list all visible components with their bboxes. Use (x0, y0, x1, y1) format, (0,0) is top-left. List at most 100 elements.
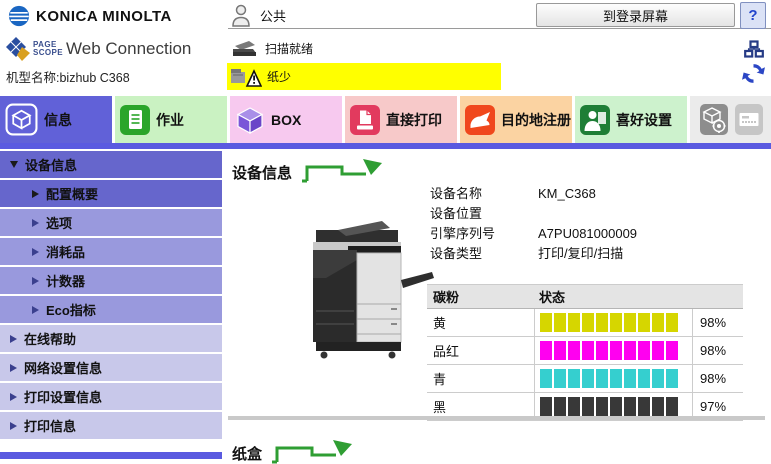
tab-preferences-label: 喜好设置 (616, 110, 672, 130)
tab-destination-registration[interactable]: 目的地注册 (460, 96, 572, 143)
globe-icon (8, 5, 30, 27)
sidebar-item-options[interactable]: 选项 (0, 209, 222, 236)
sidebar-item-eco-indicator[interactable]: Eco指标 (0, 296, 222, 323)
sidebar-item-online-help[interactable]: 在线帮助 (0, 325, 222, 352)
toner-percent: 98% (692, 365, 743, 392)
toner-percent: 98% (692, 309, 743, 336)
device-field-row: 设备名称 KM_C368 (430, 184, 637, 204)
status-column-header: 状态 (534, 287, 565, 306)
job-document-icon (120, 105, 150, 135)
tab-box-label: BOX (271, 112, 301, 128)
pagescope-word-bottom: SCOPE (33, 49, 63, 57)
tab-job-label: 作业 (156, 110, 184, 130)
field-label: 设备类型 (430, 244, 538, 264)
logged-in-user: 公共 (231, 4, 286, 27)
header-divider (228, 28, 771, 29)
arrow-right-icon (32, 190, 39, 198)
toner-table-header: 碳粉 状态 (427, 285, 743, 309)
toner-level-bar (540, 369, 678, 388)
arrow-right-icon (10, 393, 17, 401)
direct-print-icon (350, 105, 380, 135)
network-icon[interactable] (744, 40, 764, 58)
active-tab-underline (0, 143, 771, 149)
toner-level-bar (540, 341, 678, 360)
pagescope-web-connection-window: KONICA MINOLTA PAGE SCOPE Web Connection… (0, 0, 771, 464)
toner-row-magenta: 品红 98% (427, 337, 743, 365)
sidebar-item-print-settings-info[interactable]: 打印设置信息 (0, 383, 222, 410)
arrow-right-icon (32, 219, 39, 227)
question-mark-icon: ? (748, 7, 757, 24)
tab-destination-registration-label: 目的地注册 (501, 110, 571, 130)
user-label: 公共 (260, 6, 286, 25)
help-button[interactable]: ? (740, 2, 766, 29)
sidebar-item-consumables[interactable]: 消耗品 (0, 238, 222, 265)
section-title: 设备信息 (232, 162, 292, 183)
sidebar-item-label: 设备信息 (25, 155, 77, 174)
remote-panel-button[interactable] (735, 104, 763, 135)
section-title: 纸盒 (232, 443, 262, 464)
sidebar-item-device-info[interactable]: 设备信息 (0, 151, 222, 178)
field-label: 引擎序列号 (430, 224, 538, 244)
maintenance-button[interactable] (700, 104, 728, 135)
ready-status-label: 扫描就绪 (265, 40, 313, 57)
brand-name: KONICA MINOLTA (36, 8, 172, 25)
device-status-ready: 扫描就绪 (231, 39, 313, 58)
warning-status-label: 纸少 (267, 68, 291, 85)
section-arrow-decoration-icon (300, 157, 388, 183)
model-name-label: 机型名称:bizhub C368 (6, 67, 130, 86)
tab-information[interactable]: 信息 (0, 96, 112, 143)
arrow-right-icon (32, 277, 39, 285)
preferences-person-icon (580, 105, 610, 135)
toner-row-yellow: 黄 98% (427, 309, 743, 337)
field-label: 设备位置 (430, 204, 538, 224)
paper-low-warning-icon (230, 65, 262, 89)
destination-hand-icon (465, 105, 495, 135)
paper-tray-section-header: 纸盒 (232, 438, 358, 464)
arrow-down-icon (10, 161, 18, 168)
sidebar-item-print-info[interactable]: 打印信息 (0, 412, 222, 439)
sidebar-item-config-summary[interactable]: 配置概要 (0, 180, 222, 207)
printer-image (286, 216, 436, 371)
section-arrow-decoration-icon (270, 438, 358, 464)
field-value: KM_C368 (538, 184, 596, 204)
main-tab-bar: 信息 作业 BOX (0, 96, 771, 143)
sidebar-item-label: 网络设置信息 (24, 358, 102, 377)
device-field-row: 设备位置 (430, 204, 637, 224)
tab-preferences[interactable]: 喜好设置 (575, 96, 687, 143)
konica-minolta-logo: KONICA MINOLTA (8, 5, 172, 27)
field-value: A7PU081000009 (538, 224, 637, 244)
device-info-section-header: 设备信息 (232, 157, 388, 183)
login-button-label: 到登录屏幕 (603, 6, 668, 25)
pagescope-icon (5, 36, 31, 62)
pagescope-logo: PAGE SCOPE Web Connection (5, 36, 191, 62)
box-cube-icon (235, 105, 265, 135)
refresh-icon[interactable] (741, 61, 766, 86)
toner-column-header: 碳粉 (427, 287, 534, 306)
toner-row-cyan: 青 98% (427, 365, 743, 393)
sidebar-menu: 设备信息 配置概要 选项 消耗品 计数器 Eco指标 在线帮助 网络设置信息 (0, 151, 222, 441)
toner-name: 黄 (427, 309, 534, 336)
tab-direct-print[interactable]: 直接打印 (345, 96, 457, 143)
arrow-right-icon (32, 248, 39, 256)
sidebar-item-network-settings-info[interactable]: 网络设置信息 (0, 354, 222, 381)
pagescope-wordmark: PAGE SCOPE (33, 41, 63, 57)
tab-job[interactable]: 作业 (115, 96, 227, 143)
sidebar-item-label: 计数器 (46, 271, 85, 290)
product-name: Web Connection (66, 39, 191, 59)
arrow-right-icon (10, 364, 17, 372)
to-login-screen-button[interactable]: 到登录屏幕 (536, 3, 735, 27)
arrow-right-icon (10, 422, 17, 430)
scanner-icon (231, 39, 257, 58)
toner-percent: 98% (692, 337, 743, 364)
field-value: 打印/复印/扫描 (538, 244, 623, 264)
sidebar-bottom-bar (0, 452, 222, 459)
sidebar-item-label: 在线帮助 (24, 329, 76, 348)
sidebar-item-counter[interactable]: 计数器 (0, 267, 222, 294)
tab-box[interactable]: BOX (230, 96, 342, 143)
toner-level-bar (540, 397, 678, 416)
user-icon (231, 4, 251, 27)
tab-information-label: 信息 (44, 110, 72, 130)
arrow-right-icon (10, 335, 17, 343)
information-cube-icon (5, 103, 38, 136)
sidebar-item-label: Eco指标 (46, 300, 96, 319)
